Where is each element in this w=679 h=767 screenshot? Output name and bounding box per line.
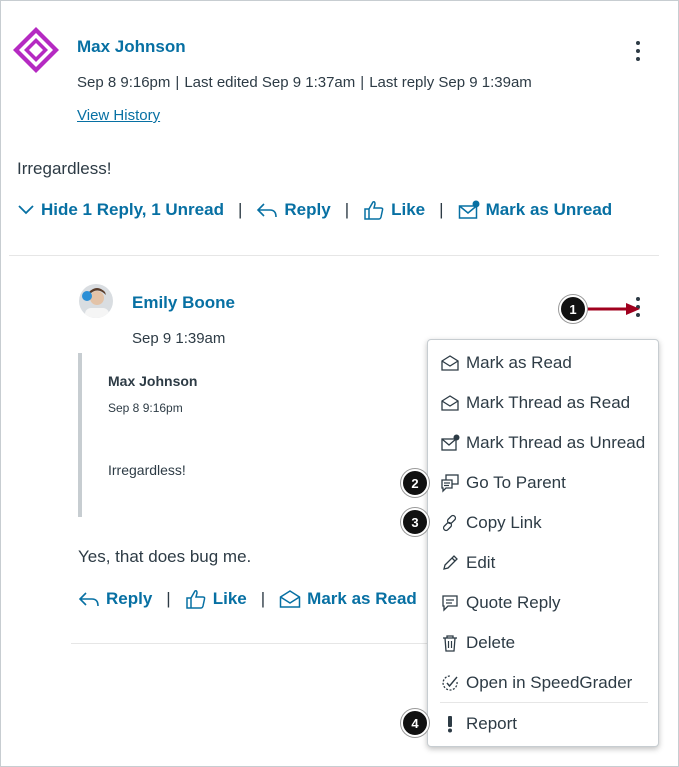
exclamation-icon <box>448 716 452 733</box>
post-author-name[interactable]: Max Johnson <box>77 37 186 57</box>
quote-date: Sep 8 9:16pm <box>108 401 183 415</box>
quote-icon <box>442 595 458 612</box>
reply-like-button[interactable]: Like <box>185 589 247 609</box>
envelope-unread-icon <box>441 434 460 451</box>
reply-button[interactable]: Reply <box>256 200 331 220</box>
avatar[interactable] <box>13 27 59 73</box>
post-edited: Last edited Sep 9 1:37am <box>184 74 356 91</box>
reply-divider <box>71 643 427 644</box>
trash-icon <box>443 635 457 652</box>
avatar-photo <box>79 284 113 318</box>
callout-2: 2 <box>401 469 429 497</box>
envelope-open-icon <box>441 395 459 411</box>
chevron-down-icon <box>18 205 34 215</box>
menu-item-label: Copy Link <box>466 513 542 532</box>
menu-item-label: Mark Thread as Unread <box>466 433 646 452</box>
post-meta: Sep 8 9:16pm | Last edited Sep 9 1:37am … <box>77 74 532 91</box>
menu-item-edit[interactable]: Edit <box>440 550 495 576</box>
view-history-link[interactable]: View History <box>77 107 160 124</box>
like-label: Like <box>391 200 426 219</box>
menu-item-label: Delete <box>466 633 516 652</box>
menu-item-label: Mark Thread as Read <box>466 393 631 412</box>
thumbs-up-icon <box>364 201 384 220</box>
menu-item-label: Go To Parent <box>466 473 566 492</box>
pencil-icon <box>443 555 458 570</box>
post-body: Irregardless! <box>17 159 112 178</box>
quote-author: Max Johnson <box>108 373 198 389</box>
reply-author-name[interactable]: Emily Boone <box>132 293 235 313</box>
speedgrader-icon <box>442 675 458 691</box>
discussion-frame: Max Johnson Sep 8 9:16pm | Last edited S… <box>0 0 679 767</box>
envelope-open-icon <box>279 590 301 608</box>
meta-separator: | <box>175 74 180 91</box>
menu-divider <box>440 702 648 703</box>
callout-3: 3 <box>401 508 429 536</box>
envelope-open-icon <box>441 355 459 371</box>
post-date: Sep 8 9:16pm <box>77 74 171 91</box>
quote-bar <box>78 353 82 517</box>
reply-reply-button[interactable]: Reply <box>78 589 152 609</box>
callout-4: 4 <box>401 709 429 737</box>
action-separator: | <box>237 200 243 219</box>
menu-item-delete[interactable]: Delete <box>440 630 515 656</box>
reply-label: Reply <box>284 200 331 219</box>
mark-unread-button[interactable]: Mark as Unread <box>458 200 613 220</box>
reply-options-menu: Mark as Read Mark Thread as Read Mark Th… <box>427 339 659 747</box>
reply-mark-read-button[interactable]: Mark as Read <box>279 589 417 609</box>
menu-item-speedgrader[interactable]: Open in SpeedGrader <box>440 670 632 696</box>
callout-arrow-icon <box>584 303 640 315</box>
link-icon <box>442 514 457 532</box>
action-separator: | <box>344 200 350 219</box>
thumbs-up-icon <box>185 590 206 609</box>
action-separator: | <box>260 589 266 608</box>
mark-read-label: Mark as Read <box>307 589 417 608</box>
quote-text: Irregardless! <box>108 462 186 478</box>
avatar-pattern <box>13 27 59 73</box>
action-separator: | <box>166 589 171 608</box>
hide-replies-label: Hide 1 Reply, 1 Unread <box>41 200 224 219</box>
go-to-parent-icon <box>441 474 459 493</box>
post-options-kebab-icon[interactable] <box>633 41 643 61</box>
action-separator: | <box>439 200 444 219</box>
menu-item-label: Report <box>466 714 518 733</box>
menu-item-go-to-parent[interactable]: Go To Parent <box>440 470 566 496</box>
reply-arrow-icon <box>78 592 99 607</box>
reply-date: Sep 9 1:39am <box>132 330 226 347</box>
like-label: Like <box>212 589 247 608</box>
menu-item-quote-reply[interactable]: Quote Reply <box>440 590 561 616</box>
menu-item-mark-read[interactable]: Mark as Read <box>440 350 572 376</box>
callout-1: 1 <box>559 295 587 323</box>
reply-arrow-icon <box>257 203 278 218</box>
menu-item-mark-thread-unread[interactable]: Mark Thread as Unread <box>440 430 645 456</box>
menu-item-copy-link[interactable]: Copy Link <box>440 510 542 536</box>
post-actions: Hide 1 Reply, 1 Unread | Reply | Like | … <box>17 200 612 220</box>
menu-item-label: Open in SpeedGrader <box>466 673 633 692</box>
reply-actions: Reply | Like | Mark as Read <box>78 589 417 609</box>
menu-item-label: Mark as Read <box>466 353 572 372</box>
post-last-reply: Last reply Sep 9 1:39am <box>369 74 532 91</box>
menu-item-label: Quote Reply <box>466 593 561 612</box>
post-divider <box>9 255 659 256</box>
hide-replies-button[interactable]: Hide 1 Reply, 1 Unread <box>17 200 224 220</box>
mark-unread-label: Mark as Unread <box>485 200 613 219</box>
reply-label: Reply <box>106 589 153 608</box>
meta-separator: | <box>360 74 365 91</box>
envelope-unread-icon <box>458 200 480 219</box>
menu-item-mark-thread-read[interactable]: Mark Thread as Read <box>440 390 630 416</box>
menu-item-report[interactable]: Report <box>440 711 517 737</box>
reply-body: Yes, that does bug me. <box>78 547 252 566</box>
like-button[interactable]: Like <box>363 200 425 220</box>
menu-item-label: Edit <box>466 553 496 572</box>
reply-avatar[interactable] <box>79 284 113 318</box>
